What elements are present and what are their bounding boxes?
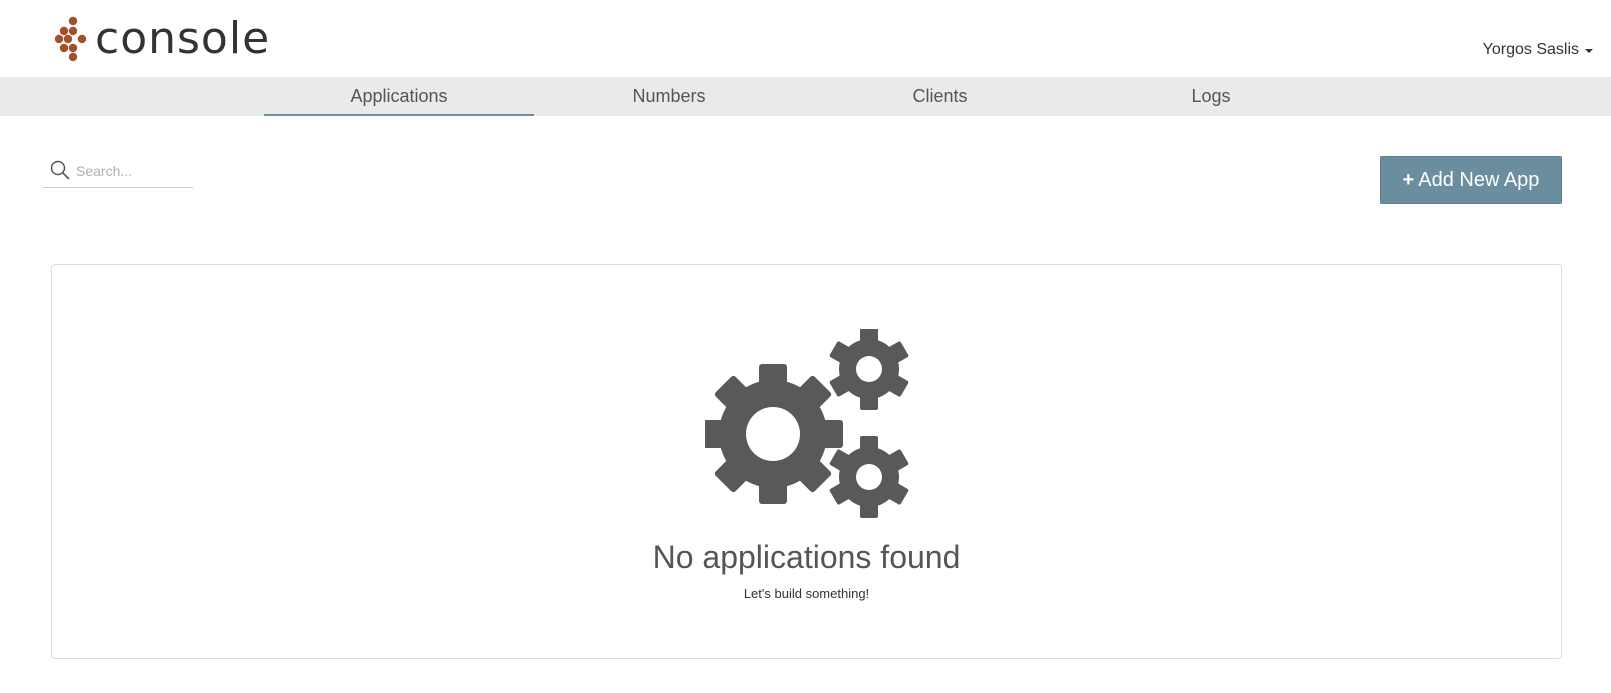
logo-dots-icon — [54, 16, 87, 62]
search-input[interactable] — [76, 163, 186, 179]
search-icon — [50, 160, 70, 180]
search-box — [43, 159, 193, 188]
user-menu[interactable]: Yorgos Saslis — [1483, 41, 1593, 59]
user-name: Yorgos Saslis — [1482, 41, 1579, 58]
empty-state-title: No applications found — [652, 539, 961, 575]
tab-clients[interactable]: Clients — [805, 77, 1075, 116]
main-nav: Applications Numbers Clients Logs — [0, 77, 1611, 116]
add-new-app-button[interactable]: + Add New App — [1380, 156, 1562, 204]
console-logo[interactable]: console — [54, 14, 270, 64]
empty-state-subtitle: Let's build something! — [743, 586, 870, 601]
gears-icon — [705, 329, 909, 518]
tab-applications[interactable]: Applications — [264, 77, 534, 116]
app-header: console Yorgos Saslis — [0, 0, 1611, 77]
logo-text: console — [95, 13, 271, 64]
tab-numbers[interactable]: Numbers — [534, 77, 804, 116]
add-new-app-label: Add New App — [1418, 168, 1540, 191]
applications-panel: No applications found Let's build someth… — [51, 264, 1562, 659]
tab-logs[interactable]: Logs — [1076, 77, 1346, 116]
plus-icon: + — [1402, 168, 1415, 191]
caret-down-icon — [1585, 49, 1593, 53]
